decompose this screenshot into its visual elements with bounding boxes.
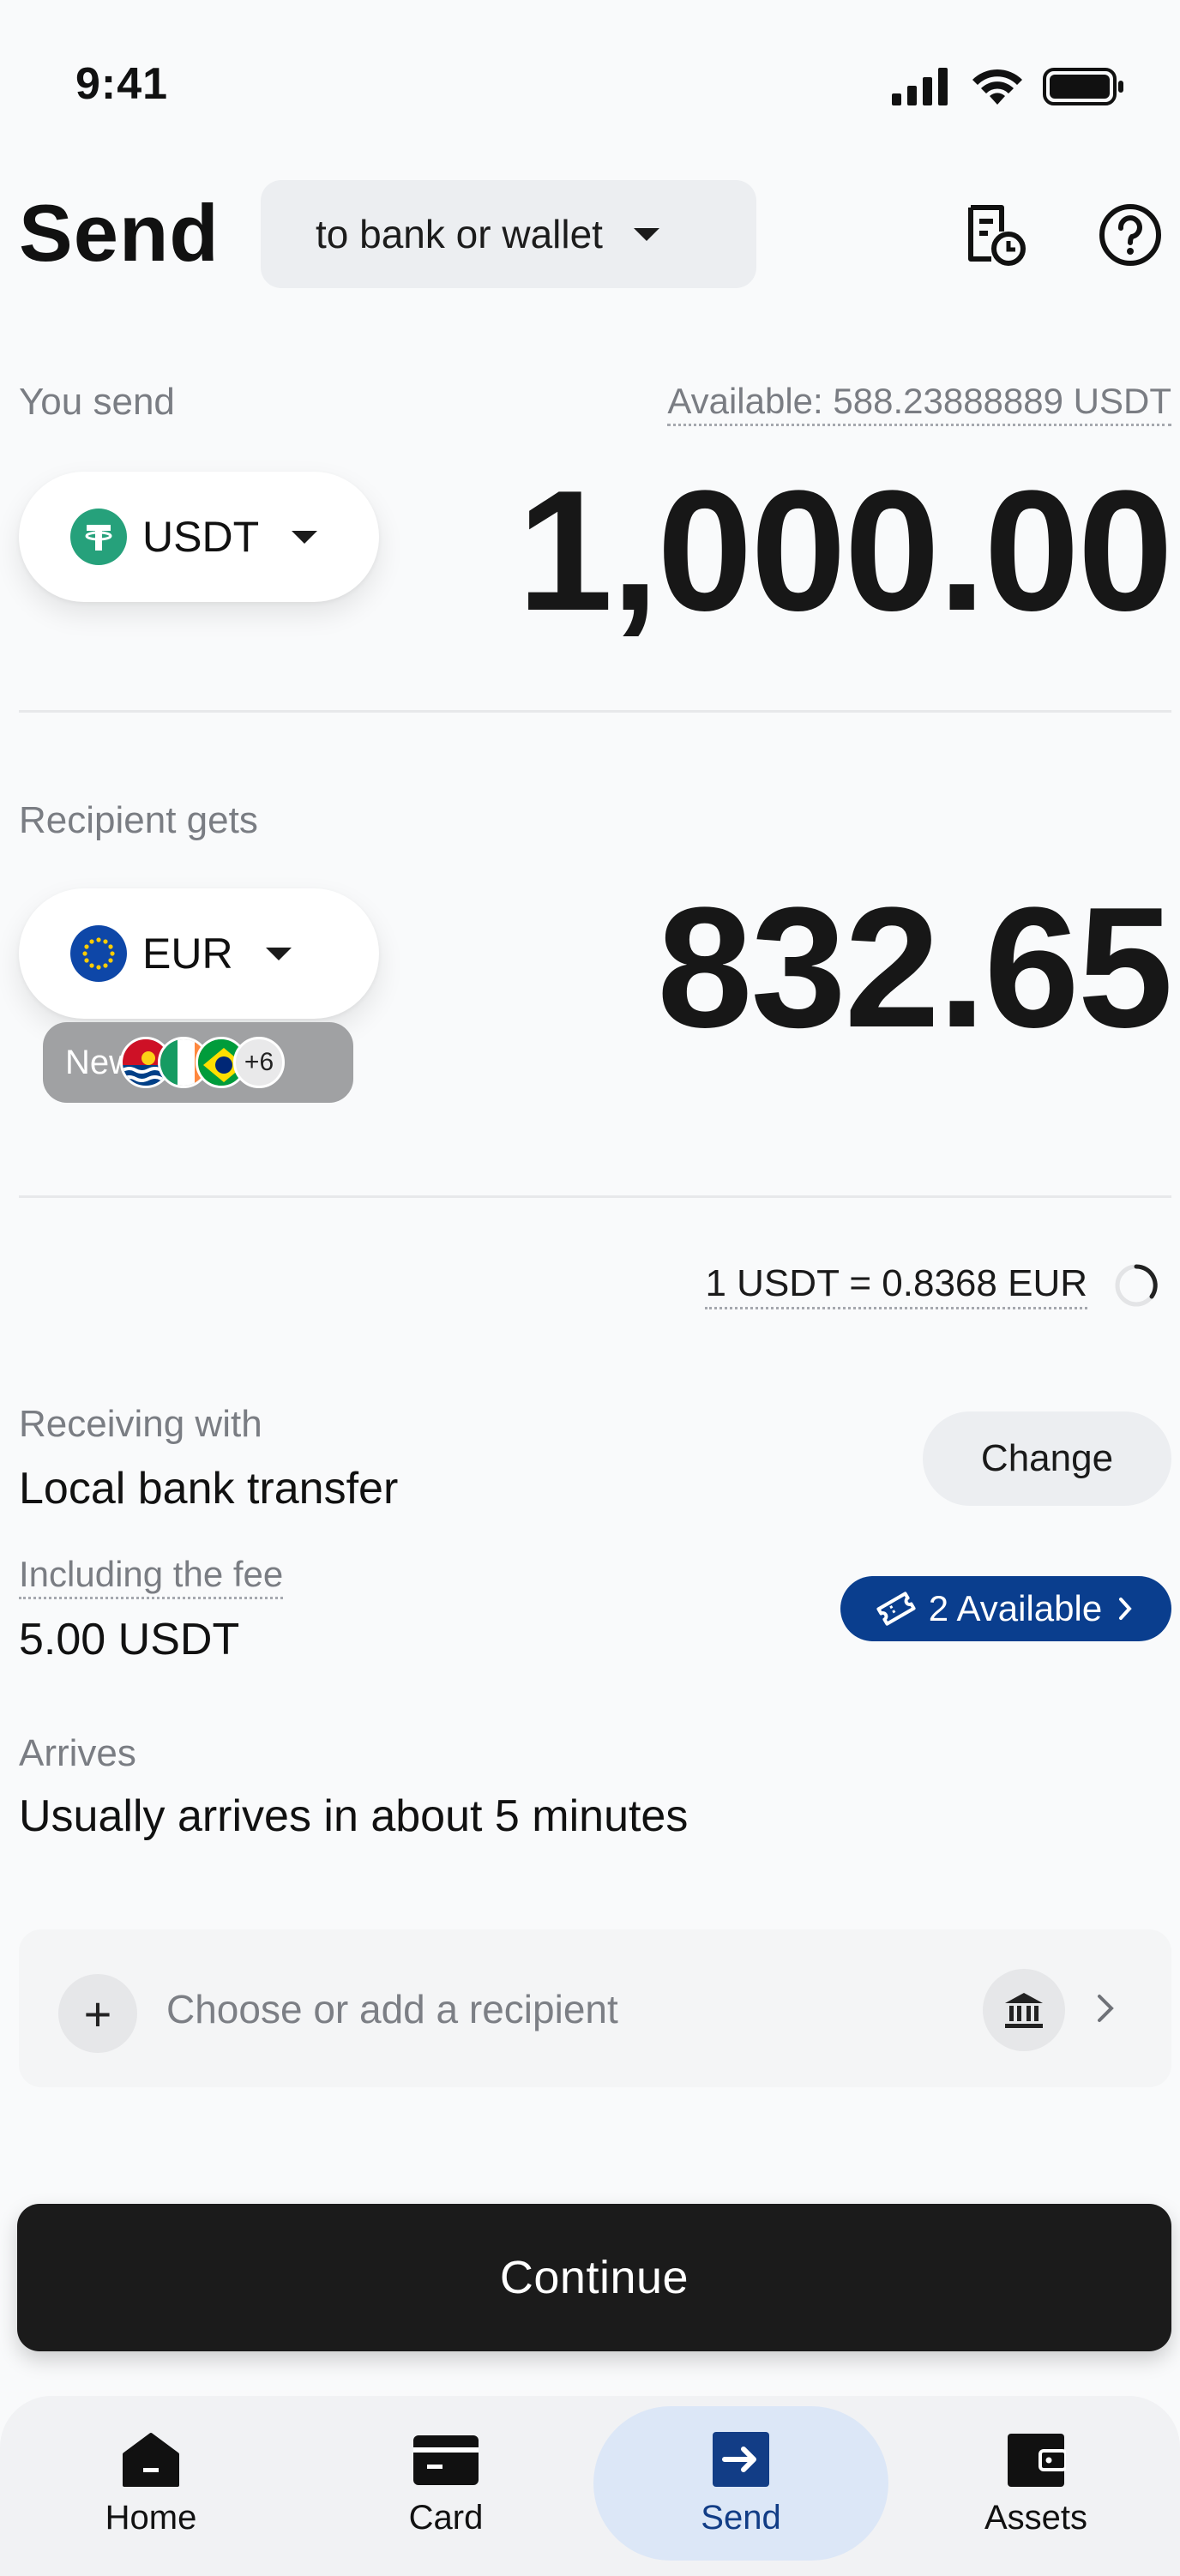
chevron-down-icon [265, 947, 292, 960]
eu-flag-icon [70, 925, 127, 982]
status-icons [892, 67, 1125, 106]
exchange-rate[interactable]: 1 USDT = 0.8368 EUR [705, 1262, 1087, 1309]
bank-icon [983, 1969, 1065, 2051]
send-amount[interactable]: 1,000.00 [517, 453, 1173, 650]
send-mode-dropdown[interactable]: to bank or wallet [261, 180, 756, 288]
fee-value: 5.00 USDT [19, 1615, 240, 1664]
chevron-right-icon [1119, 1598, 1132, 1620]
page-title: Send [19, 188, 220, 278]
fee-label[interactable]: Including the fee [19, 1554, 284, 1599]
change-method-button[interactable]: Change [923, 1411, 1171, 1506]
tab-send-label: Send [701, 2499, 781, 2537]
chevron-down-icon [633, 227, 659, 241]
tether-icon [70, 509, 127, 565]
tab-card[interactable]: Card [298, 2396, 593, 2576]
vouchers-available-label: 2 Available [928, 1588, 1103, 1628]
receiving-with-label: Receiving with [19, 1403, 262, 1445]
send-mode-label: to bank or wallet [316, 212, 603, 256]
recipient-currency-selector[interactable]: EUR [19, 888, 379, 1019]
ticket-icon [876, 1592, 916, 1626]
tab-home[interactable]: Home [3, 2396, 298, 2576]
wifi-icon [972, 69, 1022, 105]
more-currencies-count: +6 [233, 1037, 286, 1088]
recipient-amount: 832.65 [657, 872, 1173, 1063]
signal-icon [892, 68, 948, 105]
tab-assets[interactable]: Assets [888, 2396, 1180, 2576]
vouchers-available-badge[interactable]: 2 Available [840, 1576, 1171, 1641]
continue-button[interactable]: Continue [17, 2204, 1171, 2351]
help-circle-icon[interactable] [1098, 202, 1163, 268]
tab-assets-label: Assets [984, 2499, 1088, 2537]
tab-send[interactable]: Send [593, 2396, 888, 2576]
home-icon [123, 2433, 179, 2487]
send-icon [713, 2432, 769, 2487]
bottom-tab-bar: Home Card Send Assets [0, 2396, 1180, 2576]
status-time: 9:41 [75, 59, 169, 109]
recipient-placeholder: Choose or add a recipient [166, 1987, 618, 2031]
new-currencies-badge[interactable]: New +6 [43, 1022, 353, 1103]
chevron-right-icon [1098, 1995, 1114, 2022]
tab-home-label: Home [105, 2499, 197, 2537]
you-send-label: You send [19, 381, 175, 423]
choose-recipient-row[interactable]: + Choose or add a recipient [19, 1929, 1171, 2087]
recipient-gets-label: Recipient gets [19, 799, 258, 841]
card-icon [413, 2435, 479, 2485]
battery-icon [1043, 68, 1123, 105]
recipient-currency-code: EUR [142, 930, 233, 978]
arrival-time: Usually arrives in about 5 minutes [19, 1791, 689, 1841]
send-currency-code: USDT [142, 513, 260, 561]
receipt-clock-icon[interactable] [962, 202, 1027, 268]
divider [19, 1195, 1171, 1198]
chevron-down-icon [292, 530, 318, 544]
wallet-icon [1008, 2434, 1066, 2487]
arrives-label: Arrives [19, 1732, 136, 1774]
divider [19, 710, 1171, 713]
send-currency-selector[interactable]: USDT [19, 472, 379, 602]
plus-icon: + [58, 1974, 137, 2053]
rate-refresh-spinner-icon [1111, 1261, 1161, 1315]
available-balance[interactable]: Available: 588.23888889 USDT [667, 381, 1171, 426]
receiving-method: Local bank transfer [19, 1464, 399, 1514]
tab-card-label: Card [408, 2499, 484, 2537]
